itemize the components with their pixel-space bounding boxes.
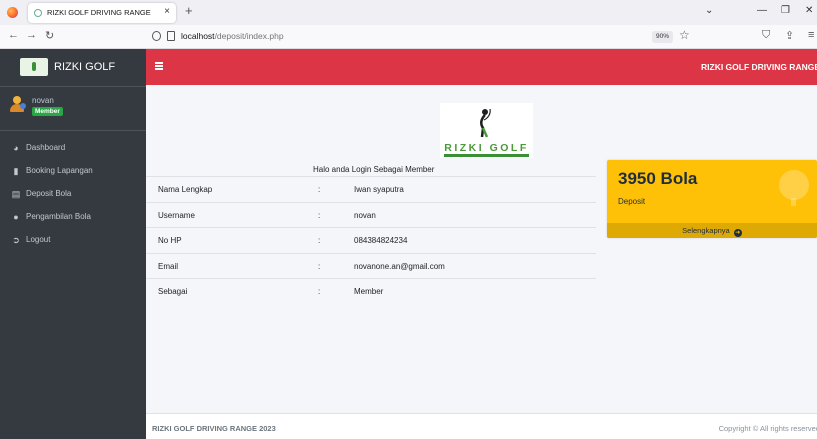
golf-logo: RIZKI GOLF — [440, 103, 533, 158]
logo-strip — [444, 154, 529, 157]
row-separator: : — [318, 261, 321, 271]
dashboard-icon: ◕ — [13, 143, 19, 153]
row-separator: : — [318, 287, 321, 296]
deposit-count: 3950 Bola — [618, 169, 698, 188]
row-value: Member — [354, 287, 384, 296]
reload-icon[interactable]: ↻ — [45, 29, 54, 42]
table-icon: ▤ — [11, 189, 21, 199]
sidebar-item-deposit[interactable]: ▤ Deposit Bola — [0, 183, 146, 206]
arrow-circle-right-icon: ➜ — [733, 229, 742, 237]
firefox-logo-icon — [7, 7, 18, 18]
bookmark-icon: ▮ — [13, 166, 19, 176]
profile-table: Nama Lengkap : Iwan syaputra Username : … — [146, 176, 596, 304]
back-icon[interactable]: ← — [8, 29, 19, 41]
user-avatar-icon — [9, 96, 26, 112]
main-header: RIZKI GOLF DRIVING RANGE — [146, 49, 817, 85]
table-row: No HP : 084384824234 — [146, 227, 596, 253]
footer-copyright: Copyright © All rights reserved — [718, 424, 817, 433]
minimize-icon[interactable]: — — [757, 5, 767, 16]
table-row: Username : novan — [146, 201, 596, 228]
maximize-icon[interactable]: ❐ — [781, 5, 790, 16]
sidebar-item-logout[interactable]: ➲ Logout — [0, 229, 146, 252]
more-info-link[interactable]: Selengkapnya ➜ — [607, 223, 817, 238]
sidebar-item-booking[interactable]: ▮ Booking Lapangan — [0, 160, 146, 183]
row-key: Nama Lengkap — [158, 185, 213, 194]
deposit-label: Deposit — [618, 197, 646, 206]
row-key: Sebagai — [158, 287, 188, 296]
lightbulb-icon: ● — [13, 212, 19, 222]
row-separator: : — [318, 236, 321, 245]
pocket-icon[interactable]: ⛉ — [762, 29, 770, 42]
row-key: No HP — [158, 236, 182, 245]
arrow-circle-icon: ➲ — [12, 235, 20, 245]
sidebar-item-pengambilan[interactable]: ● Pengambilan Bola — [0, 206, 146, 229]
sidebar-item-label: Dashboard — [26, 143, 66, 152]
browser-tab[interactable]: RIZKI GOLF DRIVING RANGE × — [28, 3, 176, 23]
shield-icon — [152, 31, 161, 41]
url-host: localhost — [181, 31, 215, 41]
footer-brand: RIZKI GOLF DRIVING RANGE 2023 — [152, 424, 276, 433]
table-row: Nama Lengkap : Iwan syaputra — [146, 176, 596, 202]
row-separator: : — [318, 210, 321, 220]
sidebar-menu: ◕ Dashboard ▮ Booking Lapangan ▤ Deposit… — [0, 137, 146, 252]
page-icon — [167, 31, 175, 41]
row-value: novanone.an@gmail.com — [354, 261, 445, 271]
brand-name: RIZKI GOLF — [54, 61, 116, 73]
url-text[interactable]: localhost/deposit/index.php — [181, 31, 284, 41]
share-icon[interactable]: ⇪ — [785, 29, 794, 42]
zoom-indicator[interactable]: 90% — [652, 31, 673, 43]
page-footer: RIZKI GOLF DRIVING RANGE 2023 Copyright … — [146, 413, 817, 439]
header-title: RIZKI GOLF DRIVING RANGE — [701, 62, 817, 72]
close-window-icon[interactable]: ✕ — [805, 5, 813, 16]
login-info-text: Halo anda Login Sebagai Member — [313, 165, 435, 174]
table-row: Sebagai : Member — [146, 278, 596, 304]
row-value: 084384824234 — [354, 236, 408, 245]
user-name[interactable]: novan — [32, 96, 54, 105]
brand-link[interactable]: RIZKI GOLF — [0, 49, 146, 87]
sidebar-item-label: Logout — [26, 235, 51, 244]
golfer-icon — [480, 108, 491, 138]
new-tab-icon[interactable]: + — [185, 3, 193, 18]
sidebar-item-label: Booking Lapangan — [26, 166, 93, 175]
logo-text: RIZKI GOLF — [444, 142, 529, 154]
user-role-badge: Member — [32, 107, 63, 116]
hamburger-icon[interactable] — [155, 62, 163, 70]
lightbulb-icon — [779, 170, 809, 206]
row-key: Email — [158, 261, 179, 271]
row-value: novan — [354, 210, 376, 220]
row-value: Iwan syaputra — [354, 185, 404, 194]
url-path: /deposit/index.php — [214, 31, 284, 41]
sidebar-item-label: Deposit Bola — [26, 189, 72, 198]
sidebar-item-dashboard[interactable]: ◕ Dashboard — [0, 137, 146, 160]
table-row: Email : novanone.an@gmail.com — [146, 252, 596, 279]
content-area: RIZKI GOLF Halo anda Login Sebagai Membe… — [146, 85, 817, 413]
bookmark-star-icon[interactable]: ☆ — [679, 28, 690, 42]
url-bar[interactable]: localhost/deposit/index.php 90% ☆ — [145, 28, 700, 46]
row-separator: : — [318, 185, 321, 194]
browser-nav-bar: ← → ↻ localhost/deposit/index.php 90% ☆ … — [0, 25, 817, 49]
user-panel: novan Member — [0, 87, 146, 131]
tab-close-icon[interactable]: × — [164, 6, 170, 17]
sidebar: RIZKI GOLF novan Member ◕ Dashboard ▮ Bo… — [0, 49, 146, 439]
sidebar-item-label: Pengambilan Bola — [26, 212, 91, 221]
more-info-label: Selengkapnya — [682, 226, 730, 235]
menu-icon[interactable]: ≡ — [808, 29, 814, 41]
deposit-stat-box: 3950 Bola Deposit Selengkapnya ➜ — [607, 160, 817, 238]
list-all-tabs-icon[interactable]: ⌄ — [705, 5, 713, 16]
forward-icon[interactable]: → — [26, 29, 37, 41]
tab-title: RIZKI GOLF DRIVING RANGE — [47, 8, 151, 17]
browser-tab-bar: RIZKI GOLF DRIVING RANGE × + ⌄ — ❐ ✕ — [0, 0, 817, 25]
row-key: Username — [158, 210, 195, 220]
tab-favicon-icon — [34, 9, 42, 17]
brand-logo — [20, 58, 48, 76]
